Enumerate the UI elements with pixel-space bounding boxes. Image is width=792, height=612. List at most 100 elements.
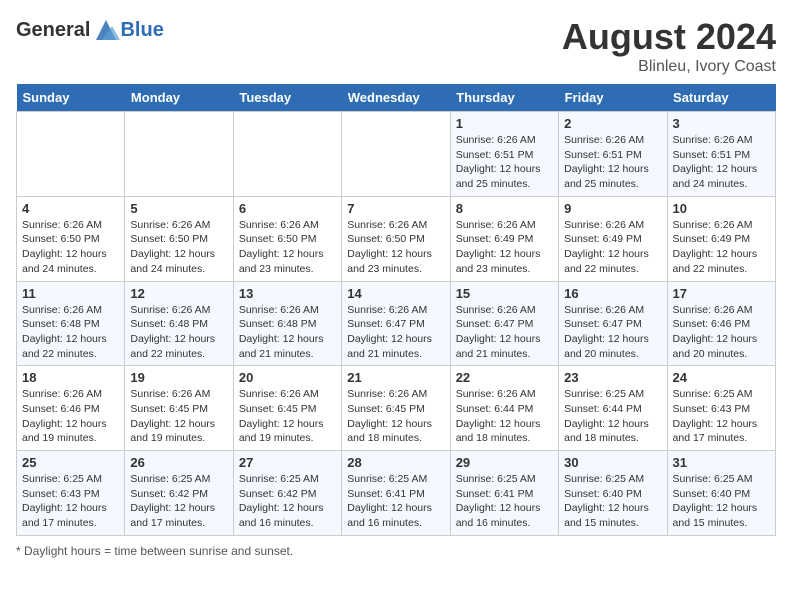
day-number: 23 (564, 370, 661, 385)
day-number: 9 (564, 201, 661, 216)
day-number: 13 (239, 286, 336, 301)
day-number: 25 (22, 455, 119, 470)
calendar-table: SundayMondayTuesdayWednesdayThursdayFrid… (16, 84, 776, 536)
calendar-day-cell: 12 Sunrise: 6:26 AMSunset: 6:48 PMDayligh… (125, 281, 233, 366)
day-info: Sunrise: 6:26 AMSunset: 6:50 PMDaylight:… (347, 218, 444, 277)
calendar-day-cell: 19 Sunrise: 6:26 AMSunset: 6:45 PMDayligh… (125, 366, 233, 451)
day-number: 3 (673, 116, 770, 131)
calendar-day-cell: 27 Sunrise: 6:25 AMSunset: 6:42 PMDayligh… (233, 451, 341, 536)
title-area: August 2024 Blinleu, Ivory Coast (562, 16, 776, 76)
day-info: Sunrise: 6:26 AMSunset: 6:50 PMDaylight:… (130, 218, 227, 277)
day-info: Sunrise: 6:26 AMSunset: 6:50 PMDaylight:… (22, 218, 119, 277)
calendar-day-cell: 3 Sunrise: 6:26 AMSunset: 6:51 PMDaylight… (667, 112, 775, 197)
logo-icon (92, 16, 120, 44)
calendar-day-cell: 2 Sunrise: 6:26 AMSunset: 6:51 PMDaylight… (559, 112, 667, 197)
day-number: 30 (564, 455, 661, 470)
day-info: Sunrise: 6:25 AMSunset: 6:41 PMDaylight:… (347, 472, 444, 531)
day-info: Sunrise: 6:26 AMSunset: 6:48 PMDaylight:… (130, 303, 227, 362)
day-info: Sunrise: 6:26 AMSunset: 6:51 PMDaylight:… (564, 133, 661, 192)
calendar-day-cell: 6 Sunrise: 6:26 AMSunset: 6:50 PMDaylight… (233, 196, 341, 281)
calendar-day-cell: 25 Sunrise: 6:25 AMSunset: 6:43 PMDayligh… (17, 451, 125, 536)
day-info: Sunrise: 6:25 AMSunset: 6:43 PMDaylight:… (673, 387, 770, 446)
calendar-day-cell: 23 Sunrise: 6:25 AMSunset: 6:44 PMDayligh… (559, 366, 667, 451)
calendar-day-cell: 17 Sunrise: 6:26 AMSunset: 6:46 PMDayligh… (667, 281, 775, 366)
calendar-day-cell: 21Sunrise: 6:26 AMSunset: 6:45 PMDayligh… (342, 366, 450, 451)
calendar-day-cell (233, 112, 341, 197)
calendar-day-cell: 31 Sunrise: 6:25 AMSunset: 6:40 PMDayligh… (667, 451, 775, 536)
day-number: 4 (22, 201, 119, 216)
day-number: 20 (239, 370, 336, 385)
calendar-day-cell: 10Sunrise: 6:26 AMSunset: 6:49 PMDayligh… (667, 196, 775, 281)
day-number: 5 (130, 201, 227, 216)
calendar-day-header: Friday (559, 84, 667, 112)
calendar-day-cell: 4 Sunrise: 6:26 AMSunset: 6:50 PMDaylight… (17, 196, 125, 281)
calendar-day-cell: 29 Sunrise: 6:25 AMSunset: 6:41 PMDayligh… (450, 451, 558, 536)
day-info: Sunrise: 6:26 AMSunset: 6:49 PMDaylight:… (564, 218, 661, 277)
logo: General Blue (16, 16, 164, 44)
day-info: Sunrise: 6:26 AMSunset: 6:45 PMDaylight:… (239, 387, 336, 446)
day-number: 24 (673, 370, 770, 385)
day-number: 26 (130, 455, 227, 470)
day-info: Sunrise: 6:25 AMSunset: 6:40 PMDaylight:… (564, 472, 661, 531)
day-number: 11 (22, 286, 119, 301)
day-info: Sunrise: 6:26 AMSunset: 6:50 PMDaylight:… (239, 218, 336, 277)
day-info: Sunrise: 6:26 AMSunset: 6:44 PMDaylight:… (456, 387, 553, 446)
day-number: 28 (347, 455, 444, 470)
calendar-day-cell: 30 Sunrise: 6:25 AMSunset: 6:40 PMDayligh… (559, 451, 667, 536)
logo-general-text: General (16, 19, 90, 42)
day-info: Sunrise: 6:26 AMSunset: 6:46 PMDaylight:… (673, 303, 770, 362)
day-info: Sunrise: 6:25 AMSunset: 6:40 PMDaylight:… (673, 472, 770, 531)
calendar-day-cell: 20 Sunrise: 6:26 AMSunset: 6:45 PMDayligh… (233, 366, 341, 451)
day-number: 22 (456, 370, 553, 385)
day-info: Sunrise: 6:26 AMSunset: 6:46 PMDaylight:… (22, 387, 119, 446)
day-info: Sunrise: 6:26 AMSunset: 6:51 PMDaylight:… (456, 133, 553, 192)
day-info: Sunrise: 6:26 AMSunset: 6:51 PMDaylight:… (673, 133, 770, 192)
day-number: 8 (456, 201, 553, 216)
calendar-day-cell: 9 Sunrise: 6:26 AMSunset: 6:49 PMDaylight… (559, 196, 667, 281)
location-subtitle: Blinleu, Ivory Coast (562, 58, 776, 76)
day-number: 19 (130, 370, 227, 385)
calendar-week-row: 1Sunrise: 6:26 AMSunset: 6:51 PMDaylight… (17, 112, 776, 197)
calendar-day-header: Monday (125, 84, 233, 112)
month-year-title: August 2024 (562, 16, 776, 58)
calendar-day-cell: 22 Sunrise: 6:26 AMSunset: 6:44 PMDayligh… (450, 366, 558, 451)
day-info: Sunrise: 6:26 AMSunset: 6:48 PMDaylight:… (22, 303, 119, 362)
day-number: 16 (564, 286, 661, 301)
day-info: Sunrise: 6:25 AMSunset: 6:41 PMDaylight:… (456, 472, 553, 531)
day-number: 6 (239, 201, 336, 216)
calendar-day-cell: 5 Sunrise: 6:26 AMSunset: 6:50 PMDaylight… (125, 196, 233, 281)
calendar-day-header: Thursday (450, 84, 558, 112)
calendar-day-cell: 14 Sunrise: 6:26 AMSunset: 6:47 PMDayligh… (342, 281, 450, 366)
day-info: Sunrise: 6:26 AMSunset: 6:45 PMDaylight:… (130, 387, 227, 446)
calendar-day-cell: 11 Sunrise: 6:26 AMSunset: 6:48 PMDayligh… (17, 281, 125, 366)
day-number: 21 (347, 370, 444, 385)
calendar-day-cell: 7Sunrise: 6:26 AMSunset: 6:50 PMDaylight… (342, 196, 450, 281)
day-number: 12 (130, 286, 227, 301)
calendar-day-header: Wednesday (342, 84, 450, 112)
day-info: Sunrise: 6:26 AMSunset: 6:47 PMDaylight:… (347, 303, 444, 362)
day-number: 17 (673, 286, 770, 301)
day-info: Sunrise: 6:25 AMSunset: 6:42 PMDaylight:… (239, 472, 336, 531)
calendar-day-cell: 13 Sunrise: 6:26 AMSunset: 6:48 PMDayligh… (233, 281, 341, 366)
calendar-day-cell: 1Sunrise: 6:26 AMSunset: 6:51 PMDaylight… (450, 112, 558, 197)
day-number: 31 (673, 455, 770, 470)
day-number: 15 (456, 286, 553, 301)
day-number: 27 (239, 455, 336, 470)
calendar-day-cell: 24 Sunrise: 6:25 AMSunset: 6:43 PMDayligh… (667, 366, 775, 451)
calendar-week-row: 18Sunrise: 6:26 AMSunset: 6:46 PMDayligh… (17, 366, 776, 451)
calendar-day-cell (125, 112, 233, 197)
calendar-day-cell (342, 112, 450, 197)
calendar-day-cell: 28 Sunrise: 6:25 AMSunset: 6:41 PMDayligh… (342, 451, 450, 536)
day-number: 14 (347, 286, 444, 301)
day-info: Sunrise: 6:25 AMSunset: 6:43 PMDaylight:… (22, 472, 119, 531)
calendar-week-row: 11 Sunrise: 6:26 AMSunset: 6:48 PMDayligh… (17, 281, 776, 366)
day-info: Sunrise: 6:25 AMSunset: 6:44 PMDaylight:… (564, 387, 661, 446)
day-info: Sunrise: 6:26 AMSunset: 6:48 PMDaylight:… (239, 303, 336, 362)
calendar-week-row: 25 Sunrise: 6:25 AMSunset: 6:43 PMDayligh… (17, 451, 776, 536)
day-info: Sunrise: 6:26 AMSunset: 6:47 PMDaylight:… (456, 303, 553, 362)
day-number: 2 (564, 116, 661, 131)
calendar-header-row: SundayMondayTuesdayWednesdayThursdayFrid… (17, 84, 776, 112)
footer-note: * Daylight hours = time between sunrise … (16, 544, 776, 558)
day-number: 29 (456, 455, 553, 470)
day-number: 10 (673, 201, 770, 216)
